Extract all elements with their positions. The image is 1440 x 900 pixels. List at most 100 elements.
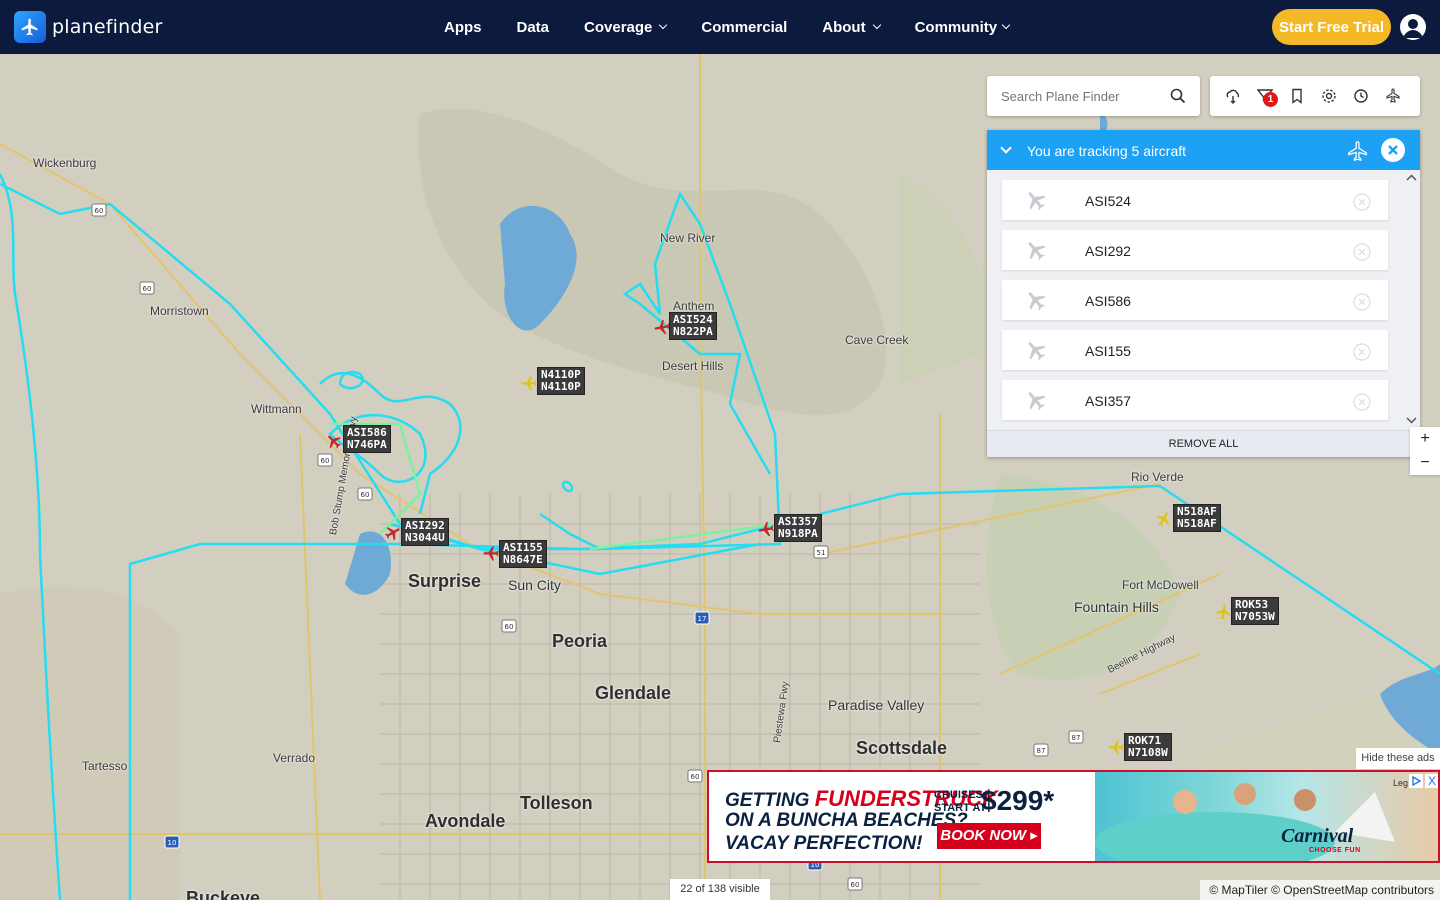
advertisement-banner[interactable]: GETTING FUNDERSTRUCK ON A BUNCHA BEACHES…: [707, 770, 1440, 863]
remove-aircraft-icon[interactable]: [1353, 243, 1371, 261]
ad-start-at: START AT: [934, 802, 987, 814]
shield-60: 60: [691, 773, 700, 781]
shield-60: 60: [143, 285, 152, 293]
main-nav: Apps Data Coverage Commercial About Comm…: [444, 0, 1044, 54]
flight-tag-asi524[interactable]: ASI524 N822PA: [669, 312, 717, 340]
flight-tag-rok53[interactable]: ROK53 N7053W: [1231, 597, 1279, 625]
remove-aircraft-icon[interactable]: [1353, 293, 1371, 311]
ad-copy: GETTING FUNDERSTRUCK ON A BUNCHA BEACHES…: [709, 772, 1099, 861]
aircraft-marker-asi586[interactable]: [325, 432, 343, 450]
tracked-plane-icon: [1348, 141, 1367, 162]
ad-cruises: CRUISES: [934, 789, 983, 801]
tracking-panel-header[interactable]: You are tracking 5 aircraft: [987, 130, 1420, 170]
nav-about[interactable]: About: [822, 19, 881, 36]
aircraft-marker-rok71[interactable]: [1107, 738, 1125, 756]
bookmark-icon[interactable]: [1289, 88, 1305, 104]
close-panel-button[interactable]: [1381, 138, 1405, 162]
shield-87: 87: [1072, 734, 1081, 742]
aircraft-marker-asi155[interactable]: [482, 544, 500, 562]
nav-community[interactable]: Community: [914, 18, 1011, 36]
carnival-logo: Carnival: [1281, 825, 1354, 847]
user-account-icon[interactable]: [1400, 14, 1426, 40]
zoom-out-button[interactable]: −: [1410, 451, 1440, 475]
flight-tag-n518af[interactable]: N518AF N518AF: [1173, 504, 1221, 532]
zoom-in-button[interactable]: +: [1410, 427, 1440, 451]
nav-apps[interactable]: Apps: [444, 19, 482, 36]
aircraft-callsign: ASI524: [1085, 193, 1131, 209]
remove-aircraft-icon[interactable]: [1353, 343, 1371, 361]
place-label: Buckeye: [186, 888, 261, 900]
chevron-down-icon: [659, 20, 668, 30]
flight-tag-n4110p[interactable]: N4110P N4110P: [537, 367, 585, 395]
aircraft-marker-asi357[interactable]: [757, 520, 775, 538]
tracked-aircraft-row[interactable]: ASI155: [1002, 330, 1388, 370]
tracked-aircraft-row[interactable]: ASI357: [1002, 380, 1388, 420]
chevron-down-icon: [1001, 20, 1011, 30]
nav-community-label: Community: [914, 18, 998, 36]
nav-apps-label: Apps: [444, 18, 482, 36]
history-icon[interactable]: [1353, 88, 1369, 104]
logo-plane-icon: [14, 11, 46, 43]
ad-headline-pre: GETTING: [725, 790, 810, 811]
aircraft-marker-n518af[interactable]: [1155, 510, 1173, 528]
ad-price: $299*: [981, 785, 1055, 816]
place-label: Peoria: [552, 631, 608, 651]
hide-ads-link[interactable]: Hide these ads: [1356, 748, 1440, 769]
place-label: Scottsdale: [856, 738, 948, 758]
place-label: Wittmann: [251, 402, 302, 416]
place-label: Cave Creek: [845, 333, 909, 347]
shield-60: 60: [361, 491, 370, 499]
ad-close-button[interactable]: X: [1425, 774, 1438, 788]
tag-registration: N7108W: [1128, 746, 1168, 759]
flight-tag-asi292[interactable]: ASI292 N3044U: [401, 518, 449, 546]
playback-icon[interactable]: [1385, 88, 1401, 104]
panel-scrollbar[interactable]: [1403, 170, 1420, 430]
remove-aircraft-icon[interactable]: [1353, 193, 1371, 211]
ad-cruise-label: CRUISES START AT: [934, 789, 986, 815]
aircraft-callsign: ASI357: [1085, 393, 1131, 409]
aircraft-icon: [1028, 292, 1046, 311]
chevron-down-icon[interactable]: [1000, 142, 1012, 154]
search-input[interactable]: [1001, 88, 1171, 104]
tag-registration: N918PA: [778, 527, 818, 540]
place-label: Fort McDowell: [1122, 578, 1199, 592]
ad-legal-link[interactable]: Leg: [1393, 778, 1408, 788]
carnival-tagline: CHOOSE FUN: [1309, 847, 1361, 854]
aircraft-icon: [1028, 192, 1046, 211]
aircraft-marker-n4110p[interactable]: [520, 374, 538, 392]
remove-aircraft-icon[interactable]: [1353, 393, 1371, 411]
place-label: Tolleson: [520, 793, 593, 813]
flight-tag-rok71[interactable]: ROK71 N7108W: [1124, 733, 1172, 761]
tracked-aircraft-row[interactable]: ASI292: [1002, 230, 1388, 270]
place-label: Paradise Valley: [828, 697, 925, 713]
flight-tag-asi357[interactable]: ASI357 N918PA: [774, 514, 822, 542]
nav-coverage[interactable]: Coverage: [584, 19, 668, 36]
weather-icon[interactable]: [1225, 88, 1241, 104]
flight-tag-asi155[interactable]: ASI155 N8647E: [499, 540, 547, 568]
tracked-aircraft-row[interactable]: ASI524: [1002, 180, 1388, 220]
shield-60: 60: [505, 623, 514, 631]
tracking-panel: You are tracking 5 aircraft ASI524 ASI29…: [987, 130, 1420, 457]
tracking-panel-title: You are tracking 5 aircraft: [1027, 143, 1187, 159]
tracked-aircraft-row[interactable]: ASI586: [1002, 280, 1388, 320]
place-label: Anthem: [673, 299, 715, 313]
planefinder-logo[interactable]: planefinder: [14, 11, 163, 43]
aircraft-marker-asi292[interactable]: [384, 524, 402, 542]
logo-text: planefinder: [52, 16, 163, 38]
search-icon[interactable]: [1170, 88, 1186, 104]
aircraft-icon: [1028, 242, 1046, 261]
adchoices-icon[interactable]: [1409, 774, 1423, 788]
start-free-trial-button[interactable]: Start Free Trial: [1272, 9, 1391, 45]
book-now-label: BOOK NOW: [940, 827, 1027, 844]
remove-all-button[interactable]: REMOVE ALL: [987, 430, 1420, 457]
aircraft-callsign: ASI155: [1085, 343, 1131, 359]
settings-icon[interactable]: [1321, 88, 1337, 104]
nav-data[interactable]: Data: [517, 19, 550, 36]
nav-commercial[interactable]: Commercial: [701, 19, 787, 36]
place-label: Tartesso: [82, 759, 128, 773]
tag-registration: N7053W: [1235, 610, 1275, 623]
map-attribution[interactable]: © MapTiler © OpenStreetMap contributors: [1200, 880, 1440, 900]
book-now-button[interactable]: BOOK NOW ▸: [937, 823, 1041, 849]
flight-tag-asi586[interactable]: ASI586 N746PA: [343, 425, 391, 453]
top-navbar: planefinder Apps Data Coverage Commercia…: [0, 0, 1440, 54]
